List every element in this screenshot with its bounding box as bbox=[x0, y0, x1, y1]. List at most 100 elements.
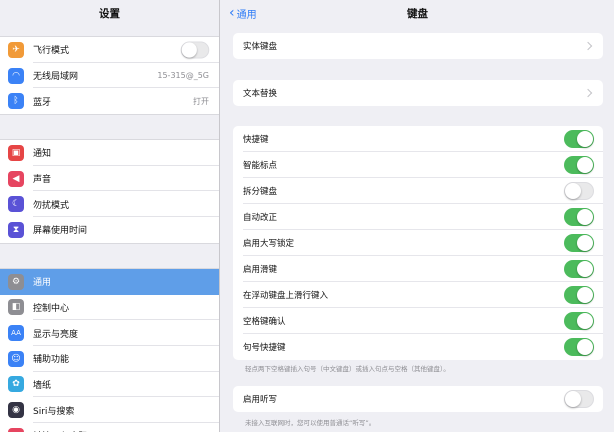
sound-icon: ◀ bbox=[8, 170, 24, 187]
toggle-knob bbox=[577, 209, 593, 225]
sidebar-item-label: 勿扰模式 bbox=[33, 200, 70, 211]
sidebar-item-label: 屏幕使用时间 bbox=[33, 226, 88, 237]
toggle-switch[interactable] bbox=[564, 338, 594, 356]
toggle-knob bbox=[565, 183, 581, 199]
row-label: 快捷键 bbox=[243, 135, 269, 145]
sidebar-group: ⚙ 通用 ◧ 控制中心 AA 显示与亮度 ☺ 辅助功能 ✿ 墙纸 ◉ Siri与搜索 ◎触控ID与密码 bbox=[0, 267, 219, 432]
back-button[interactable]: ‹ 通用 bbox=[229, 0, 257, 26]
back-label: 通用 bbox=[236, 9, 257, 21]
hourglass-icon: ⧗ bbox=[8, 221, 24, 238]
toggle-knob bbox=[577, 287, 593, 303]
toggle-knob bbox=[577, 339, 593, 355]
sidebar-item-label: 无线局域网 bbox=[33, 72, 79, 83]
sidebar-item[interactable]: ☺ 辅助功能 bbox=[0, 346, 219, 372]
sidebar-item-label: 通用 bbox=[33, 278, 52, 289]
sidebar-item[interactable]: ◀ 声音 bbox=[0, 166, 219, 192]
sidebar-item[interactable]: ◧ 控制中心 bbox=[0, 295, 219, 321]
row-label: 拆分键盘 bbox=[243, 187, 278, 197]
sidebar-item-label: 控制中心 bbox=[33, 303, 70, 314]
toggle-row: 启用听写 bbox=[233, 386, 603, 412]
nav-row[interactable]: 实体键盘 bbox=[233, 33, 603, 59]
sidebar-item[interactable]: ✿ 墙纸 bbox=[0, 372, 219, 398]
nav-bar: ‹ 通用 键盘 bbox=[221, 0, 614, 26]
sidebar-item[interactable]: ☾ 勿扰模式 bbox=[0, 191, 219, 217]
sidebar-item-value: 打开 bbox=[193, 96, 209, 106]
toggle-switch[interactable] bbox=[564, 208, 594, 226]
sidebar-item[interactable]: ⧗ 屏幕使用时间 bbox=[0, 217, 219, 243]
wifi-icon: ◠ bbox=[8, 67, 24, 84]
nav-row[interactable]: 文本替换 bbox=[233, 80, 603, 106]
sidebar-item[interactable]: AA 显示与亮度 bbox=[0, 320, 219, 346]
row-label: 启用滑键 bbox=[243, 265, 278, 275]
toggle-row: 启用滑键 bbox=[233, 256, 603, 282]
sidebar-group: ▣ 通知 ◀ 声音 ☾ 勿扰模式 ⧗ 屏幕使用时间 bbox=[0, 139, 219, 244]
sidebar-item-label: 蓝牙 bbox=[33, 97, 52, 108]
sidebar-item[interactable]: ✈ 飞行模式 bbox=[0, 37, 219, 63]
sidebar-item-label: 飞行模式 bbox=[33, 46, 70, 57]
physical-keyboard-group: 实体键盘 bbox=[233, 33, 603, 59]
moon-icon: ☾ bbox=[8, 196, 24, 213]
sidebar-item[interactable]: ⚙ 通用 bbox=[0, 268, 219, 295]
toggle-knob bbox=[577, 131, 593, 147]
toggle-row: 自动改正 bbox=[233, 204, 603, 230]
row-label: 启用大写锁定 bbox=[243, 239, 295, 249]
page-title: 键盘 bbox=[407, 7, 428, 20]
toggle-row: 智能标点 bbox=[233, 152, 603, 178]
toggle-row: 拆分键盘 bbox=[233, 178, 603, 204]
accessibility-icon: ☺ bbox=[8, 350, 24, 367]
toggle-switch[interactable] bbox=[564, 182, 594, 200]
chevron-right-icon bbox=[583, 41, 593, 51]
toggle-switch[interactable] bbox=[564, 312, 594, 330]
row-label: 自动改正 bbox=[243, 213, 278, 223]
sidebar-item[interactable]: ▣ 通知 bbox=[0, 140, 219, 166]
sidebar-item[interactable]: ᛒ 蓝牙 打开 bbox=[0, 88, 219, 114]
toggle-row: 空格键确认 bbox=[233, 308, 603, 334]
sidebar-item-label: 辅助功能 bbox=[33, 355, 70, 366]
toggle-switch[interactable] bbox=[564, 390, 594, 408]
toggle-switch[interactable] bbox=[564, 286, 594, 304]
sidebar-item[interactable]: ◉ Siri与搜索 bbox=[0, 397, 219, 423]
toggle-knob bbox=[577, 235, 593, 251]
row-label: 智能标点 bbox=[243, 161, 278, 171]
toggle-row: 在浮动键盘上滑行键入 bbox=[233, 282, 603, 308]
row-label: 启用听写 bbox=[243, 395, 278, 405]
bluetooth-icon: ᛒ bbox=[8, 93, 24, 110]
toggle-switch[interactable] bbox=[564, 130, 594, 148]
sidebar-groups: ✈ 飞行模式 ◠ 无线局域网 15-315@_5G ᛒ 蓝牙 打开 ▣ 通知 ◀ 声音 ☾ 勿扰模式 ⧗ 屏幕… bbox=[0, 26, 219, 432]
toggles-footnote: 轻点两下空格键插入句号（中文键盘）或插入句点与空格（其他键盘）。 bbox=[245, 365, 450, 373]
row-label: 实体键盘 bbox=[243, 42, 278, 52]
toggle-switch[interactable] bbox=[564, 260, 594, 278]
touch-id-icon: ◎ bbox=[8, 427, 24, 432]
toggle-row: 启用大写锁定 bbox=[233, 230, 603, 256]
toggle-switch[interactable] bbox=[564, 156, 594, 174]
sidebar-title: 设置 bbox=[99, 7, 120, 20]
toggle-knob bbox=[577, 261, 593, 277]
airplane-mode-toggle[interactable] bbox=[180, 41, 210, 59]
sidebar-item-label: Siri与搜索 bbox=[33, 406, 75, 417]
main-panel: ‹ 通用 键盘 实体键盘 文本替换 快捷键智能标点拆分键盘自动改正启用大写锁定启… bbox=[221, 0, 614, 432]
toggle-knob bbox=[577, 313, 593, 329]
sidebar-item[interactable]: ◠ 无线局域网 15-315@_5G bbox=[0, 63, 219, 89]
row-label: 在浮动键盘上滑行键入 bbox=[243, 291, 329, 301]
sidebar-item-label: 墙纸 bbox=[33, 380, 52, 391]
sidebar-group: ✈ 飞行模式 ◠ 无线局域网 15-315@_5G ᛒ 蓝牙 打开 bbox=[0, 36, 219, 116]
sidebar-item-label: 声音 bbox=[33, 175, 52, 186]
toggle-switch[interactable] bbox=[564, 234, 594, 252]
sidebar-item[interactable]: ◎触控ID与密码 bbox=[0, 423, 219, 432]
display-icon: AA bbox=[8, 325, 24, 342]
toggle-knob bbox=[577, 157, 593, 173]
gear-icon: ⚙ bbox=[8, 273, 24, 290]
sidebar-item-label: 通知 bbox=[33, 149, 52, 160]
row-label: 句号快捷键 bbox=[243, 343, 286, 353]
toggle-knob bbox=[181, 42, 197, 58]
dictation-group: 启用听写 bbox=[233, 386, 603, 412]
control-center-icon: ◧ bbox=[8, 299, 24, 316]
row-label: 文本替换 bbox=[243, 89, 278, 99]
siri-icon: ◉ bbox=[8, 402, 24, 419]
toggle-knob bbox=[565, 391, 581, 407]
sidebar-item-value: 15-315@_5G bbox=[157, 71, 209, 81]
airplane-icon: ✈ bbox=[8, 41, 24, 58]
